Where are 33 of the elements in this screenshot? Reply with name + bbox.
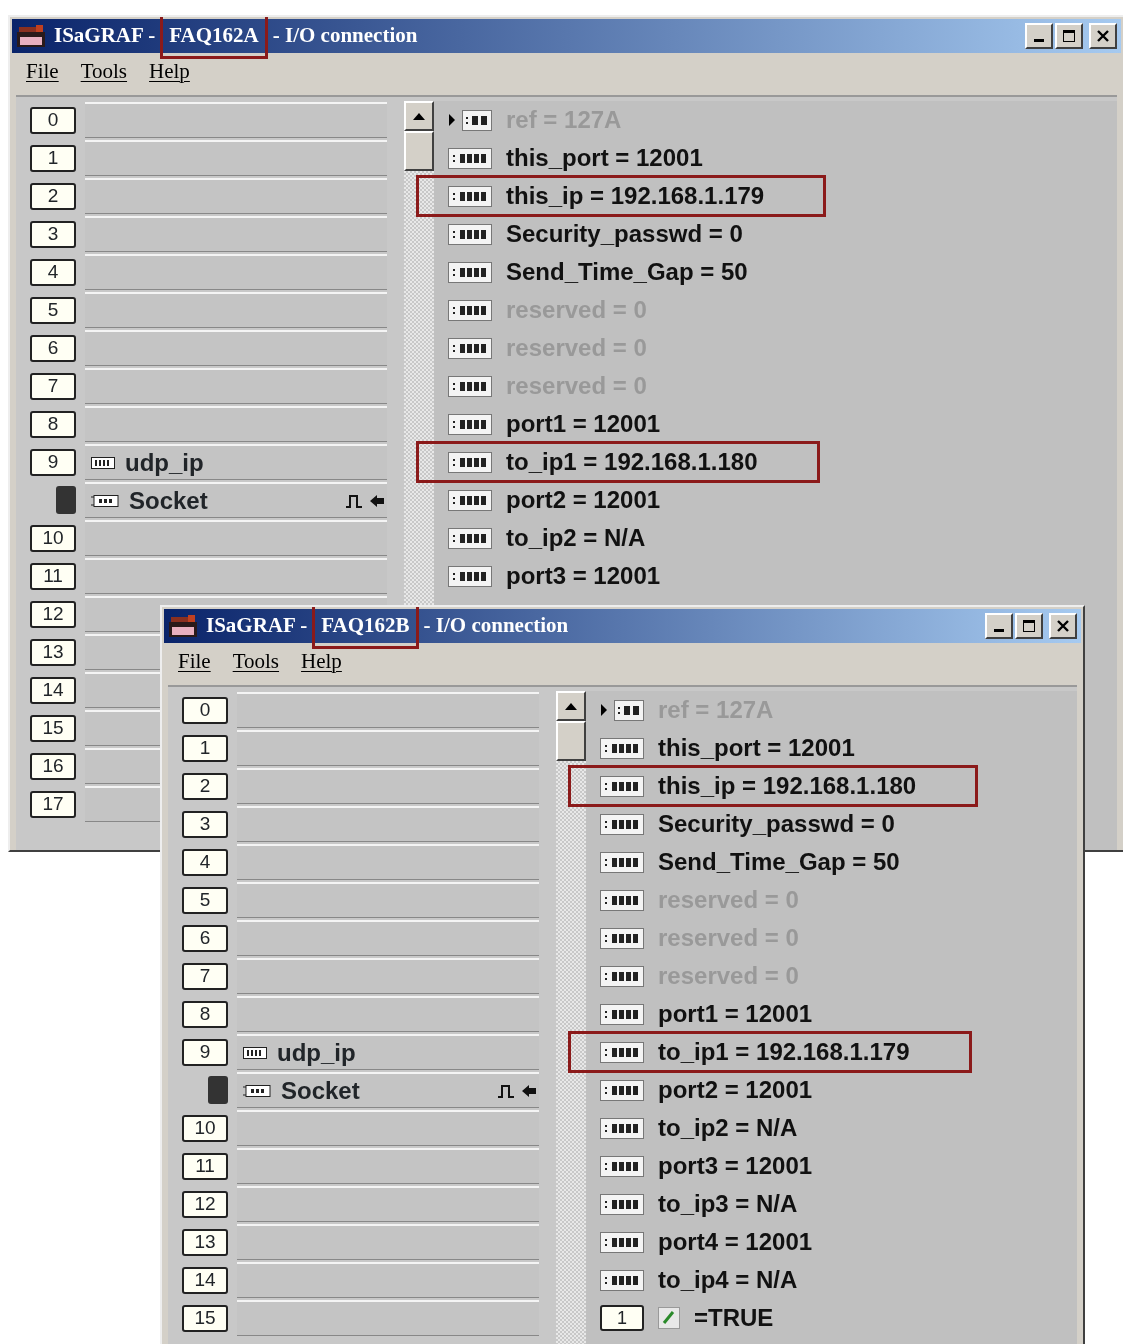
parameter-text: this_port = 12001 [658,733,855,763]
device-name: Socket [281,1075,360,1106]
parameter-text: this_ip = 192.168.1.180 [658,771,917,801]
parameter-text: port1 = 12001 [658,999,813,1029]
parameter-text: =TRUE [694,1303,774,1333]
parameter-text: this_port = 12001 [506,143,703,173]
device-name: Socket [129,485,208,516]
parameter-text: Send_Time_Gap = 50 [506,257,748,287]
board-name: udp_ip [125,447,204,478]
parameter-text: port3 = 12001 [658,1151,813,1181]
parameter-text: to_ip4 = N/A [658,1265,798,1295]
parameter-text: Send_Time_Gap = 50 [658,847,900,877]
parameter-text: to_ip2 = N/A [658,1113,798,1143]
window-title: - I/O connection [271,22,419,50]
parameter-text: to_ip1 = 192.168.1.179 [658,1037,910,1067]
parameter-text: port2 = 12001 [506,485,661,515]
parameter-text: Security_passwd = 0 [658,809,895,839]
window-title: ISaGRAF - [205,612,309,640]
parameter-text: to_ip2 = N/A [506,523,646,553]
parameter-text: to_ip3 = N/A [658,1189,798,1219]
project-name: FAQ162A [163,17,265,56]
board-name: udp_ip [277,1037,356,1068]
window-title: - I/O connection [422,612,570,640]
parameter-text: port3 = 12001 [506,561,661,591]
channel-number: 1 [600,1305,644,1331]
parameter-text: to_ip1 = 192.168.1.180 [506,447,758,477]
parameter-text: port4 = 12001 [658,1227,813,1257]
parameter-text: port2 = 12001 [658,1075,813,1105]
parameter-text: Security_passwd = 0 [506,219,743,249]
project-name: FAQ162B [315,607,416,646]
parameter-text: port1 = 12001 [506,409,661,439]
window-title: ISaGRAF - [53,22,157,50]
parameter-text: this_ip = 192.168.1.179 [506,181,765,211]
